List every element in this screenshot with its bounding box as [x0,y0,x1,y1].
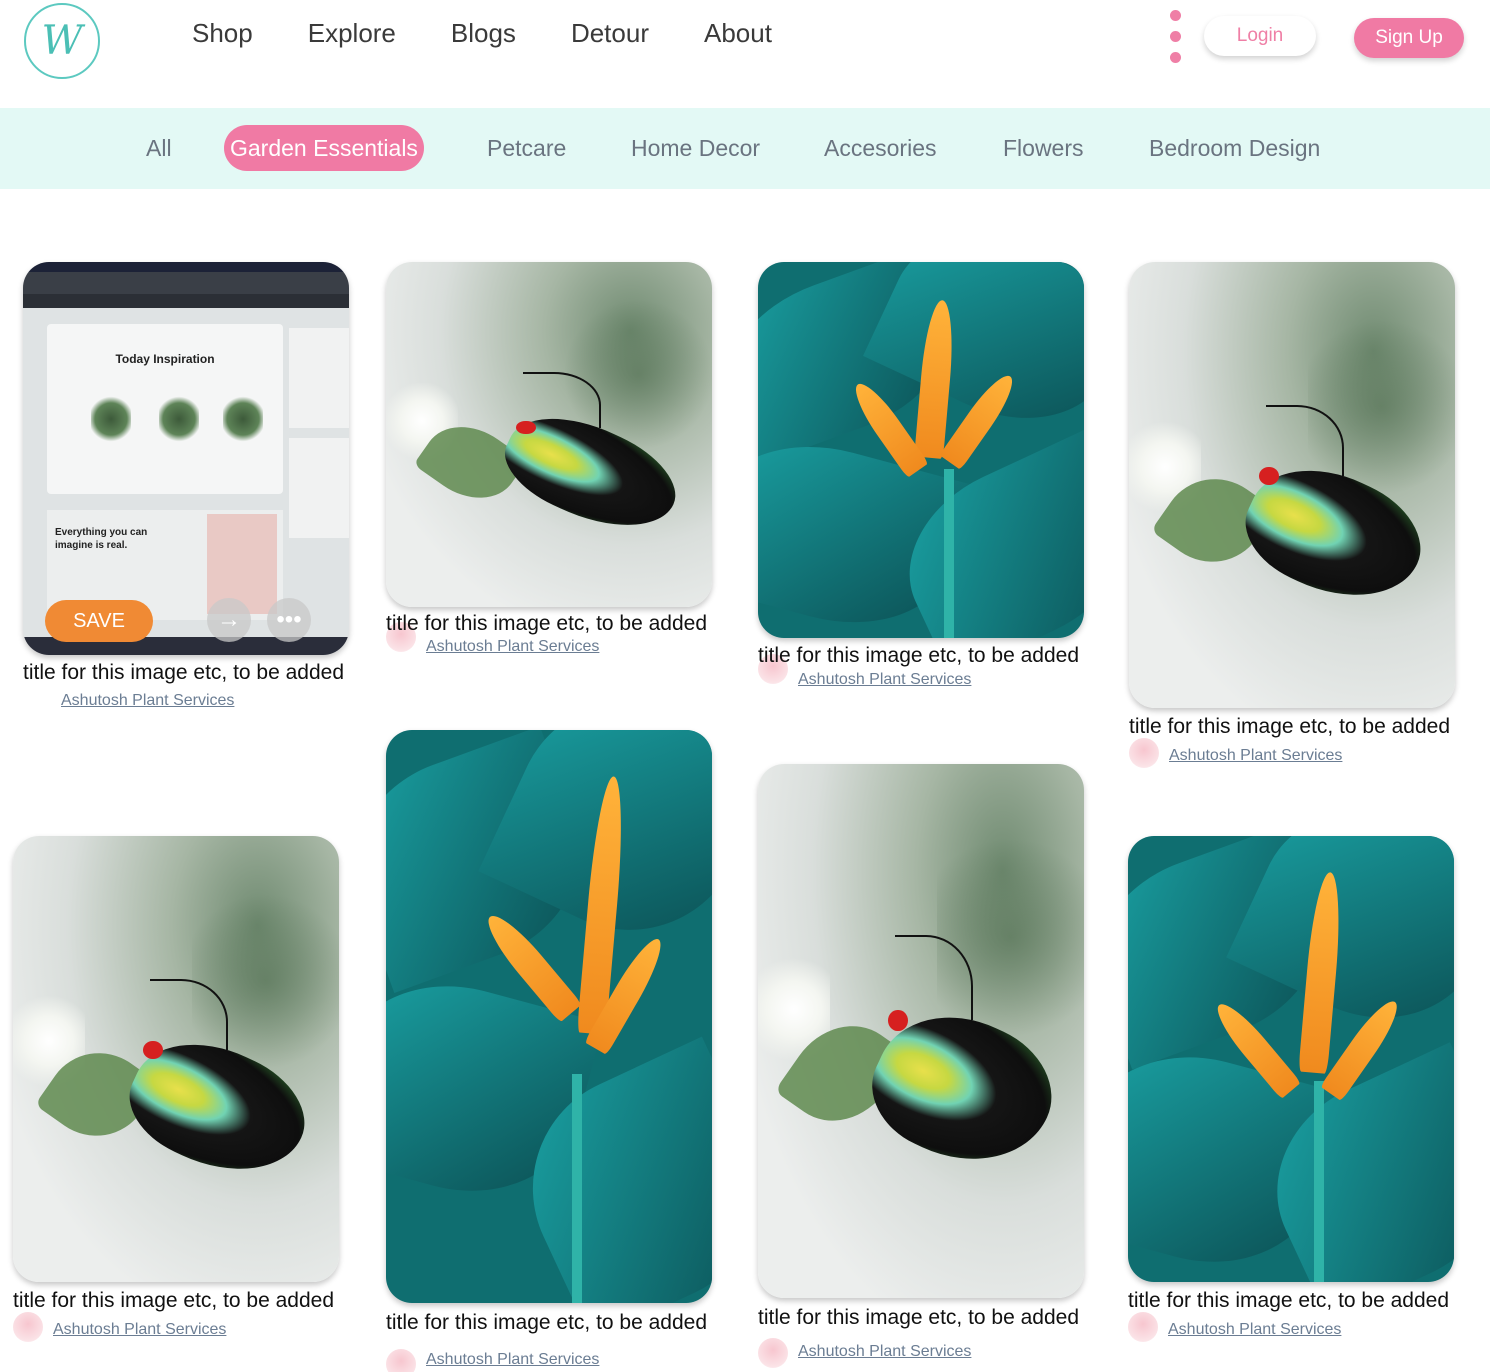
pin-author-link[interactable]: Ashutosh Plant Services [61,692,234,710]
category-petcare[interactable]: Petcare [487,125,566,171]
pin-title: title for this image etc, to be added [23,661,345,684]
author-avatar[interactable] [13,1312,43,1342]
pin-image[interactable] [386,262,712,607]
pin-author-link[interactable]: Ashutosh Plant Services [426,638,599,656]
arrow-right-icon[interactable]: → [207,598,251,642]
nav-explore[interactable]: Explore [308,18,396,49]
pin-image[interactable] [758,764,1084,1298]
pin-title: title for this image etc, to be added [386,1311,708,1334]
pin-author-link[interactable]: Ashutosh Plant Services [1169,747,1342,765]
pin-title: title for this image etc, to be added [1128,1289,1450,1312]
pin-author-link[interactable]: Ashutosh Plant Services [798,1343,971,1361]
pin-title: title for this image etc, to be added [386,612,708,635]
category-all[interactable]: All [146,125,172,171]
nav-shop[interactable]: Shop [192,18,253,49]
nav-detour[interactable]: Detour [571,18,649,49]
pin-image[interactable]: Today Inspiration Everything you can ima… [23,262,349,655]
author-avatar[interactable] [1128,1312,1158,1342]
category-flowers[interactable]: Flowers [1003,125,1084,171]
nav-about[interactable]: About [704,18,772,49]
category-accesories[interactable]: Accesories [824,125,936,171]
more-menu-icon[interactable] [1170,10,1184,63]
screenshot-subheading: Everything you can imagine is real. [55,527,148,551]
pin-image[interactable] [13,836,339,1282]
brand-logo[interactable]: W [24,3,100,79]
pin-title: title for this image etc, to be added [758,644,1080,667]
top-header: W Shop Explore Blogs Detour About Login … [0,0,1490,108]
pin-author-link[interactable]: Ashutosh Plant Services [798,671,971,689]
nav-blogs[interactable]: Blogs [451,18,516,49]
category-garden-essentials[interactable]: Garden Essentials [224,125,424,171]
pin-image[interactable] [386,730,712,1303]
pin-author-link[interactable]: Ashutosh Plant Services [1168,1321,1341,1339]
pin-title: title for this image etc, to be added [1129,715,1451,738]
author-avatar[interactable] [386,1349,416,1372]
logo-letter: W [41,18,83,64]
category-bedroom-design[interactable]: Bedroom Design [1149,125,1320,171]
category-bar: All Garden Essentials Petcare Home Decor… [0,108,1490,189]
author-avatar[interactable] [758,1338,788,1368]
author-avatar[interactable] [1129,738,1159,768]
pin-author-link[interactable]: Ashutosh Plant Services [426,1351,599,1369]
pin-image[interactable] [1129,262,1455,708]
category-home-decor[interactable]: Home Decor [631,125,760,171]
save-button[interactable]: SAVE [45,600,153,642]
pin-title: title for this image etc, to be added [758,1306,1080,1329]
more-dots-icon[interactable]: ••• [267,598,311,642]
pin-author-link[interactable]: Ashutosh Plant Services [53,1321,226,1339]
pin-title: title for this image etc, to be added [13,1289,335,1312]
screenshot-heading: Today Inspiration [115,352,215,366]
pin-image[interactable] [1128,836,1454,1282]
pin-image[interactable] [758,262,1084,638]
signup-button[interactable]: Sign Up [1354,18,1464,58]
main-nav: Shop Explore Blogs Detour About [192,18,827,49]
login-button[interactable]: Login [1204,16,1316,56]
